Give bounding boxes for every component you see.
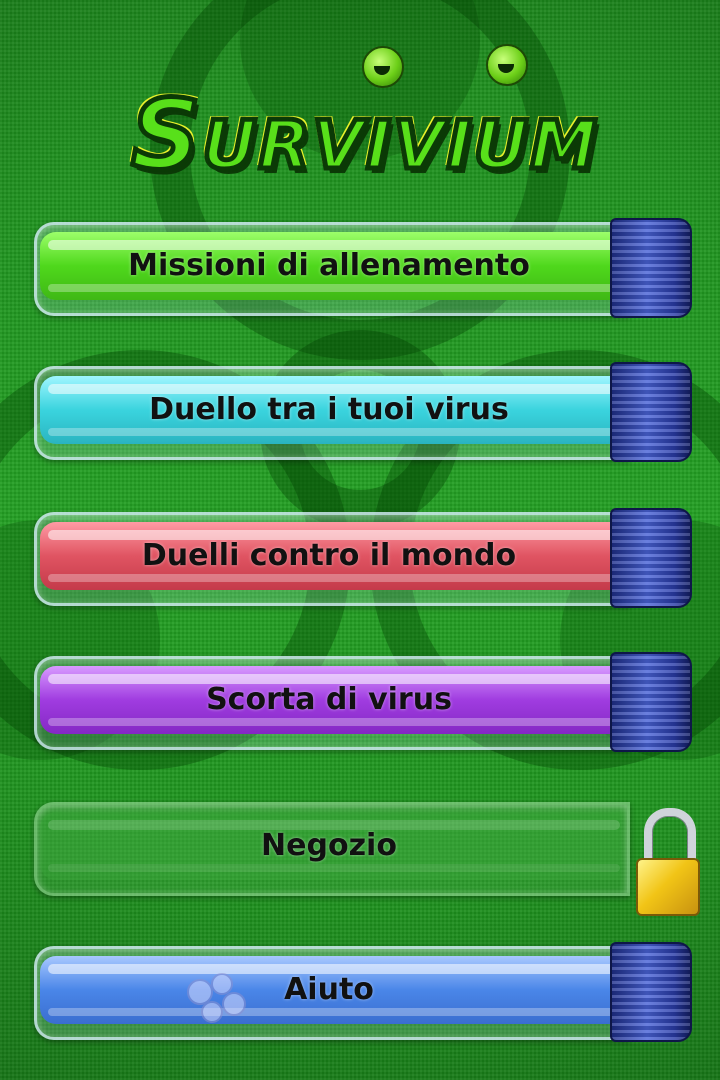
menu-button-shop[interactable]: Negozio bbox=[34, 798, 690, 896]
menu-button-duel-own[interactable]: Duello tra i tuoi virus bbox=[34, 362, 692, 462]
game-logo: Survivium bbox=[50, 40, 680, 200]
menu-label-virus-stock: Scorta di virus bbox=[206, 682, 452, 717]
menu-button-help[interactable]: Aiuto bbox=[34, 942, 692, 1042]
menu-label-duel-own: Duello tra i tuoi virus bbox=[149, 392, 509, 427]
menu-button-duel-world[interactable]: Duelli contro il mondo bbox=[34, 508, 692, 608]
menu-label-help: Aiuto bbox=[284, 972, 374, 1007]
menu-button-virus-stock[interactable]: Scorta di virus bbox=[34, 652, 692, 752]
microbe-icon bbox=[187, 973, 246, 1023]
padlock-body bbox=[636, 858, 700, 916]
padlock-icon bbox=[636, 808, 700, 916]
game-title: Survivium bbox=[129, 78, 600, 193]
menu-label-training: Missioni di allenamento bbox=[128, 248, 530, 283]
menu-label-duel-world: Duelli contro il mondo bbox=[141, 538, 517, 573]
menu-button-training[interactable]: Missioni di allenamento bbox=[34, 218, 692, 318]
menu-label-shop: Negozio bbox=[261, 828, 397, 863]
